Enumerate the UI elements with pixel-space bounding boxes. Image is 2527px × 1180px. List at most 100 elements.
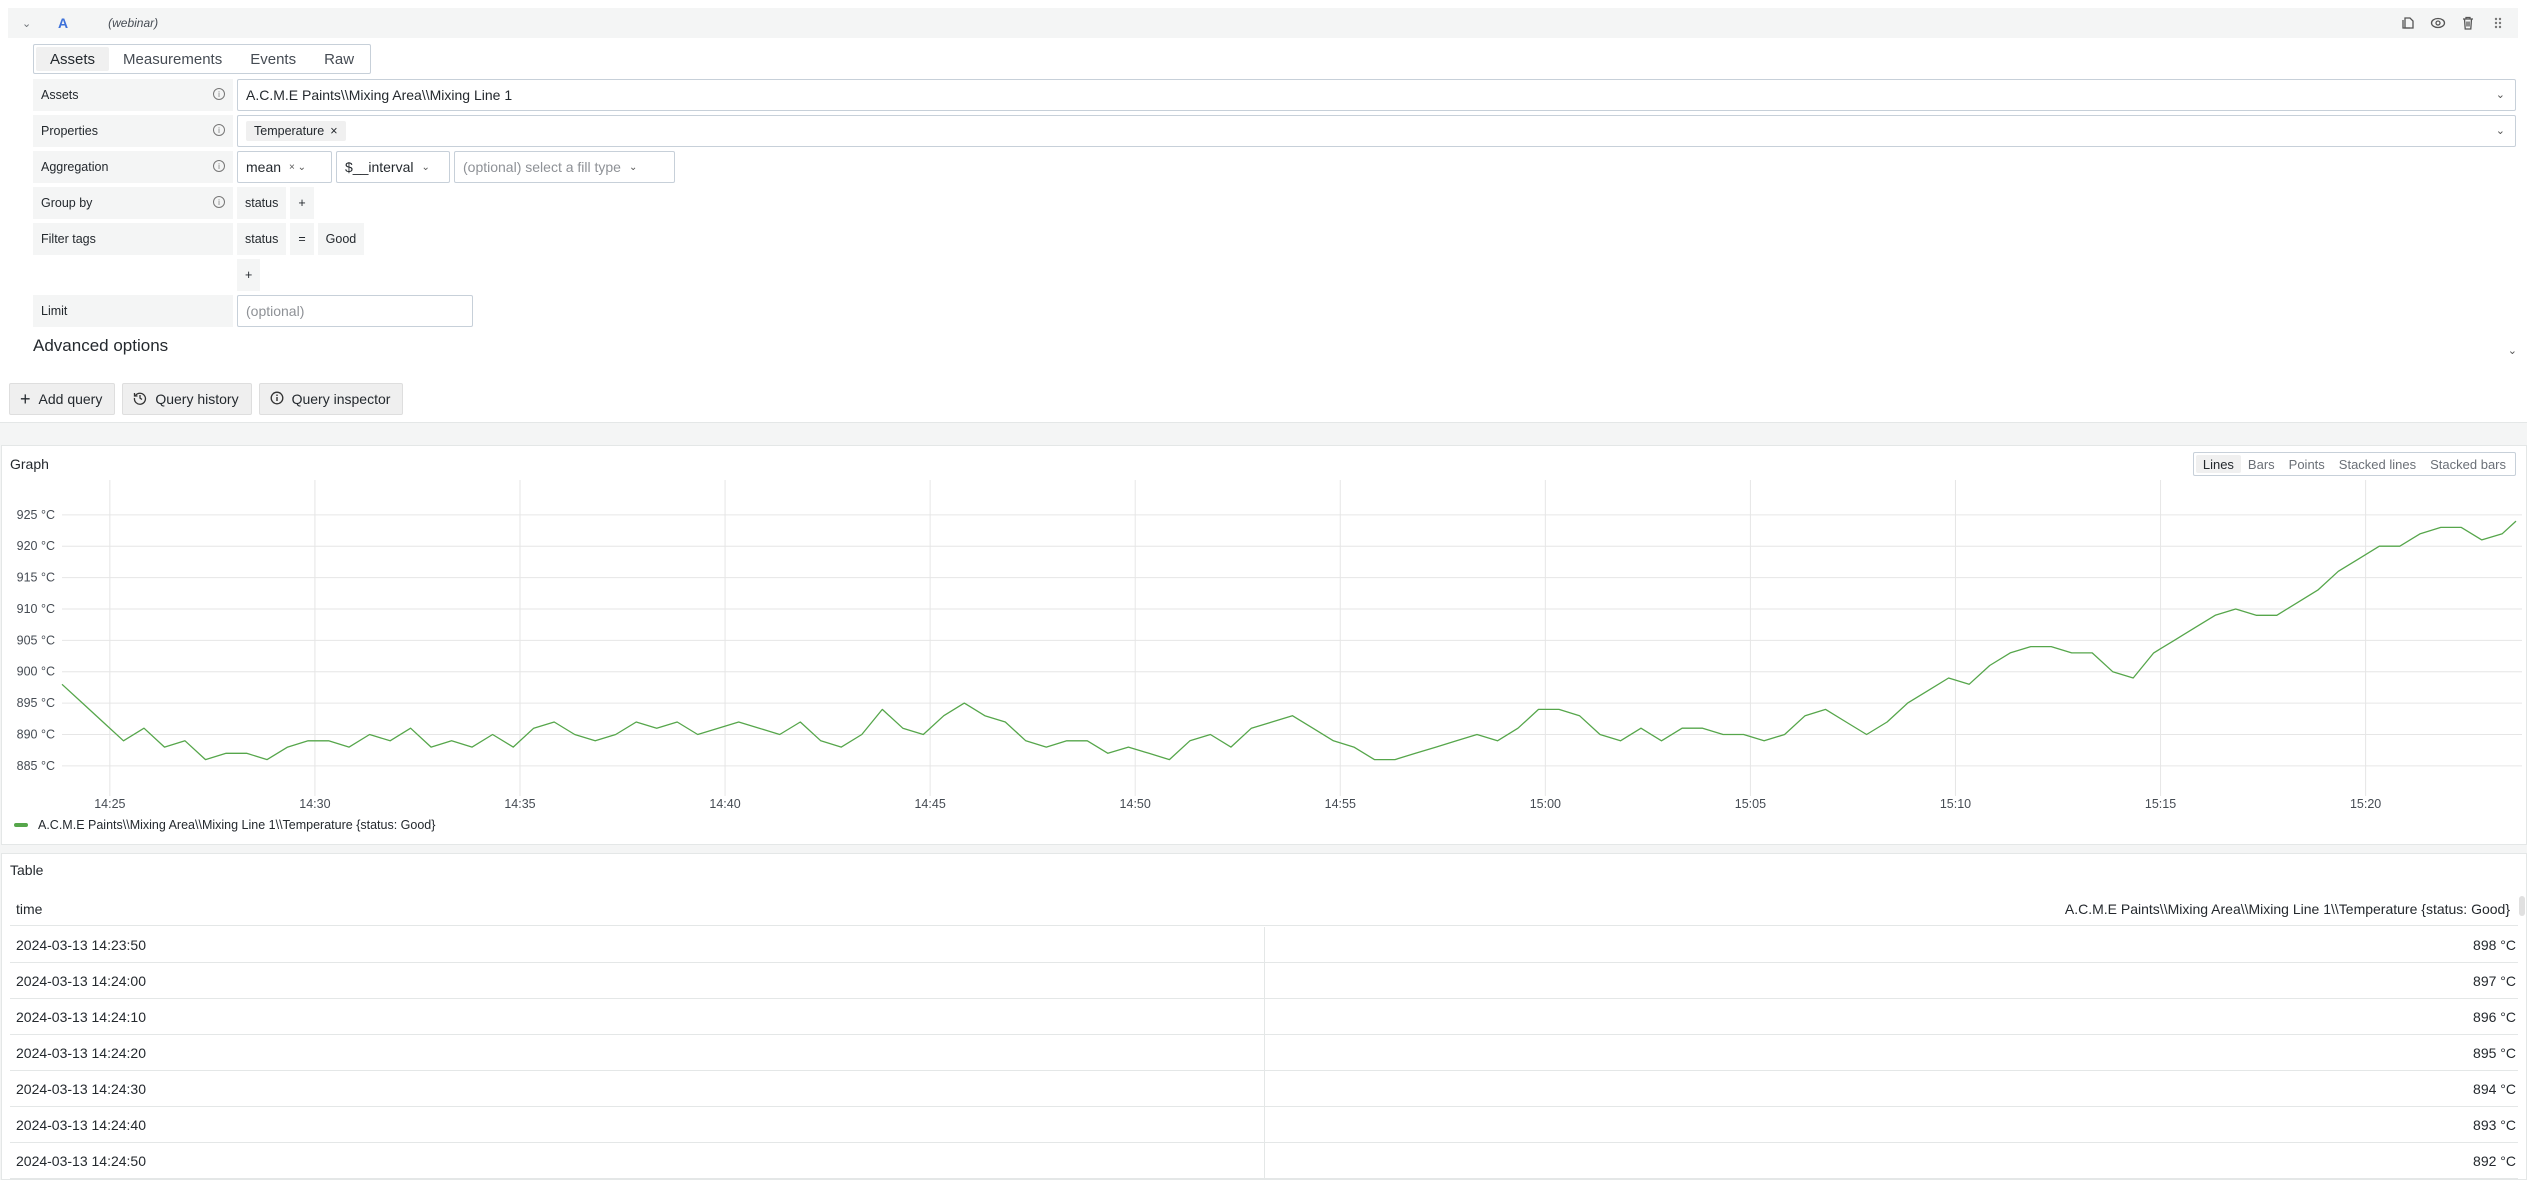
y-tick-label: 895 °C — [17, 696, 55, 710]
add-query-label: Add query — [38, 391, 103, 407]
cell-time: 2024-03-13 14:24:30 — [10, 1071, 1265, 1106]
x-tick-label: 14:35 — [504, 797, 535, 811]
x-tick-label: 14:25 — [94, 797, 125, 811]
filter-add-row: + — [237, 259, 264, 291]
x-tick-label: 15:20 — [2350, 797, 2381, 811]
drag-handle-icon[interactable] — [2490, 15, 2506, 31]
query-editor: ⌄ A (webinar) Assets Measurements Events… — [0, 0, 2527, 423]
chevron-down-icon: ⌄ — [421, 161, 430, 173]
x-tick-label: 14:50 — [1120, 797, 1151, 811]
cell-time: 2024-03-13 14:24:20 — [10, 1035, 1265, 1070]
group-by-tag[interactable]: status — [237, 187, 287, 219]
duplicate-icon[interactable] — [2400, 15, 2416, 31]
assets-row: Assets i A.C.M.E Paints\\Mixing Area\\Mi… — [33, 79, 2516, 111]
chart-legend[interactable]: A.C.M.E Paints\\Mixing Area\\Mixing Line… — [14, 818, 435, 832]
cell-time: 2024-03-13 14:24:00 — [10, 963, 1265, 998]
info-icon[interactable]: i — [213, 160, 225, 172]
query-ref-id[interactable]: A — [58, 15, 68, 31]
info-icon[interactable]: i — [213, 196, 225, 208]
history-icon — [133, 391, 147, 408]
limit-placeholder: (optional) — [246, 303, 305, 319]
assets-value: A.C.M.E Paints\\Mixing Area\\Mixing Line… — [246, 87, 513, 103]
x-tick-label: 15:05 — [1735, 797, 1766, 811]
info-icon — [270, 391, 284, 408]
cell-temperature: 895 °C — [2473, 1044, 2516, 1061]
table-row: 2024-03-13 14:23:50 898 °C — [10, 927, 2518, 963]
table-row: 2024-03-13 14:24:30 894 °C — [10, 1071, 2518, 1107]
graph-panel: Graph Lines Bars Points Stacked lines St… — [1, 445, 2527, 845]
table-row: 2024-03-13 14:24:10 896 °C — [10, 999, 2518, 1035]
properties-label: Properties i — [33, 115, 233, 147]
y-tick-label: 905 °C — [17, 633, 55, 647]
y-tick-label: 915 °C — [17, 571, 55, 585]
cell-time: 2024-03-13 14:24:40 — [10, 1107, 1265, 1142]
tab-assets[interactable]: Assets — [36, 47, 110, 71]
assets-select[interactable]: A.C.M.E Paints\\Mixing Area\\Mixing Line… — [237, 79, 2516, 111]
scrollbar[interactable] — [2519, 896, 2525, 916]
cell-time: 2024-03-13 14:23:50 — [10, 927, 1265, 962]
table-panel: Table time A.C.M.E Paints\\Mixing Area\\… — [1, 853, 2527, 1180]
interval-value: $__interval — [345, 159, 414, 175]
table-row: 2024-03-13 14:24:50 892 °C — [10, 1143, 2518, 1179]
query-actions: + Add query Query history Query inspecto… — [9, 383, 404, 415]
aggregation-function-select[interactable]: mean × ⌄ — [237, 151, 332, 183]
query-header[interactable]: ⌄ A (webinar) — [8, 8, 2518, 38]
interval-select[interactable]: $__interval ⌄ — [336, 151, 450, 183]
query-inspector-label: Query inspector — [291, 391, 391, 407]
info-icon[interactable]: i — [213, 124, 225, 136]
cell-temperature: 894 °C — [2473, 1080, 2516, 1097]
cell-temperature: 898 °C — [2473, 936, 2516, 953]
query-inspector-button[interactable]: Query inspector — [258, 383, 404, 415]
x-tick-label: 14:30 — [299, 797, 330, 811]
temperature-line-chart[interactable]: 14:25 14:30 14:35 14:40 14:45 14:50 14:55 15:00… — [2, 446, 2527, 846]
assets-label-text: Assets — [41, 88, 79, 102]
fill-type-select[interactable]: (optional) select a fill type ⌄ — [454, 151, 675, 183]
add-query-button[interactable]: + Add query — [9, 383, 116, 415]
x-tick-label: 15:15 — [2145, 797, 2176, 811]
fill-type-placeholder: (optional) select a fill type — [463, 159, 621, 175]
chevron-down-icon[interactable]: ⌄ — [2508, 344, 2517, 357]
y-tick-label: 900 °C — [17, 665, 55, 679]
query-history-label: Query history — [155, 391, 239, 407]
aggregation-label-text: Aggregation — [41, 160, 109, 174]
cell-temperature: 896 °C — [2473, 1008, 2516, 1025]
filter-tags-label-text: Filter tags — [41, 232, 96, 246]
query-history-button[interactable]: Query history — [122, 383, 252, 415]
group-by-add-button[interactable]: + — [290, 187, 314, 219]
clear-icon[interactable]: × ⌄ — [289, 162, 306, 173]
properties-select[interactable]: Temperature × ⌄ — [237, 115, 2516, 147]
assets-label: Assets i — [33, 79, 233, 111]
info-icon[interactable]: i — [213, 88, 225, 100]
column-header-temperature[interactable]: A.C.M.E Paints\\Mixing Area\\Mixing Line… — [2065, 901, 2518, 917]
filter-tags-add-button[interactable]: + — [237, 259, 261, 291]
limit-label-text: Limit — [41, 304, 68, 318]
chevron-down-icon: ⌄ — [2495, 125, 2505, 137]
tab-events[interactable]: Events — [236, 47, 310, 71]
properties-row: Properties i Temperature × ⌄ — [33, 115, 2516, 147]
remove-chip-icon[interactable]: × — [330, 124, 337, 138]
tab-raw[interactable]: Raw — [310, 47, 368, 71]
y-tick-label: 885 °C — [17, 759, 55, 773]
filter-tags-label: Filter tags — [33, 223, 233, 255]
column-header-time[interactable]: time — [10, 901, 42, 917]
eye-icon[interactable] — [2430, 15, 2446, 31]
filter-tag-key[interactable]: status — [237, 223, 287, 255]
x-tick-label: 15:10 — [1940, 797, 1971, 811]
collapse-chevron-icon[interactable]: ⌄ — [22, 17, 38, 30]
aggregation-row: Aggregation i mean × ⌄ $__interval ⌄ (op… — [33, 151, 679, 183]
filter-tag-value[interactable]: Good — [317, 223, 365, 255]
chevron-down-icon: ⌄ — [2495, 89, 2505, 101]
tab-measurements[interactable]: Measurements — [109, 47, 236, 71]
limit-input[interactable]: (optional) — [237, 295, 473, 327]
cell-time: 2024-03-13 14:24:50 — [10, 1143, 1265, 1178]
plus-icon: + — [20, 388, 31, 409]
cell-time: 2024-03-13 14:24:10 — [10, 999, 1265, 1034]
property-chip-label: Temperature — [254, 124, 325, 138]
legend-label: A.C.M.E Paints\\Mixing Area\\Mixing Line… — [38, 818, 436, 832]
chevron-down-icon: ⌄ — [628, 161, 638, 173]
y-tick-label: 925 °C — [17, 508, 55, 522]
table-title: Table — [10, 862, 44, 878]
filter-tag-operator[interactable]: = — [290, 223, 314, 255]
trash-icon[interactable] — [2460, 15, 2476, 31]
advanced-options-toggle[interactable]: Advanced options — [33, 336, 168, 356]
